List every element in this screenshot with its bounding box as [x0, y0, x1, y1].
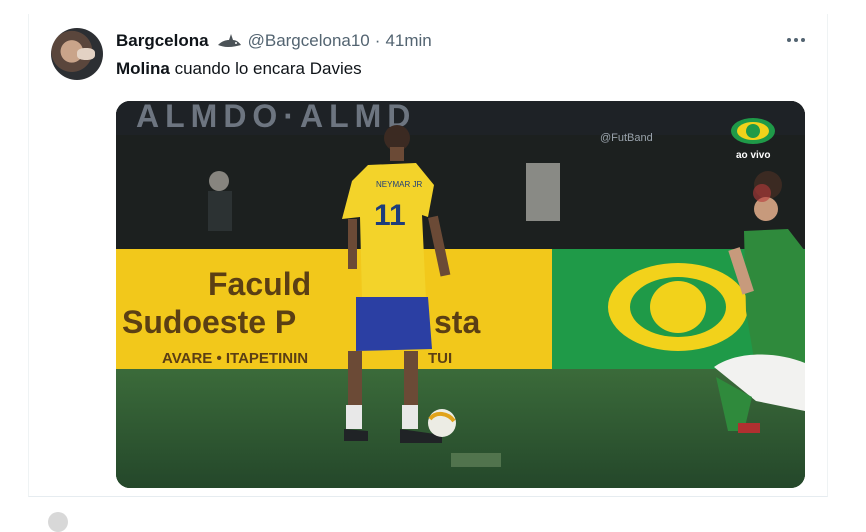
- avatar-face: [77, 48, 95, 60]
- video-media[interactable]: ALMDO·ALMD Faculd Sudoeste P sta AVARE •…: [116, 101, 805, 488]
- channel-label: ao vivo: [736, 150, 770, 161]
- shirt-text: NEYMAR JR: [376, 180, 422, 189]
- next-tweet-avatar[interactable]: [48, 512, 68, 532]
- shark-icon: [216, 32, 242, 50]
- tweet-card[interactable]: Bargcelona @Bargcelona10 · 41min Molina …: [28, 14, 828, 497]
- watermark: @FutBand: [600, 132, 653, 144]
- tweet-text: Molina cuando lo encara Davies: [116, 59, 362, 79]
- handle[interactable]: @Bargcelona10: [248, 31, 370, 51]
- separator-dot: ·: [374, 31, 381, 50]
- more-dots-icon[interactable]: [785, 30, 807, 50]
- timestamp[interactable]: 41min: [385, 31, 431, 51]
- board-line-1: Faculd: [208, 266, 311, 302]
- tweet-text-bold: Molina: [116, 59, 170, 78]
- board-line-2b: sta: [434, 304, 480, 340]
- avatar[interactable]: [51, 28, 103, 80]
- display-name[interactable]: Bargcelona: [116, 31, 209, 51]
- channel-logo-icon: [731, 118, 775, 144]
- board-line-2a: Sudoeste P: [122, 304, 296, 340]
- board-line-3b: TUI: [428, 350, 452, 367]
- tweet-text-rest: cuando lo encara Davies: [169, 59, 362, 78]
- board-line-3: AVARE • ITAPETININ: [162, 350, 308, 367]
- tweet-header: Bargcelona @Bargcelona10 · 41min: [116, 29, 432, 53]
- shirt-number: 11: [374, 199, 406, 232]
- svg-text:ALMDO·ALMD: ALMDO·ALMD: [136, 101, 416, 134]
